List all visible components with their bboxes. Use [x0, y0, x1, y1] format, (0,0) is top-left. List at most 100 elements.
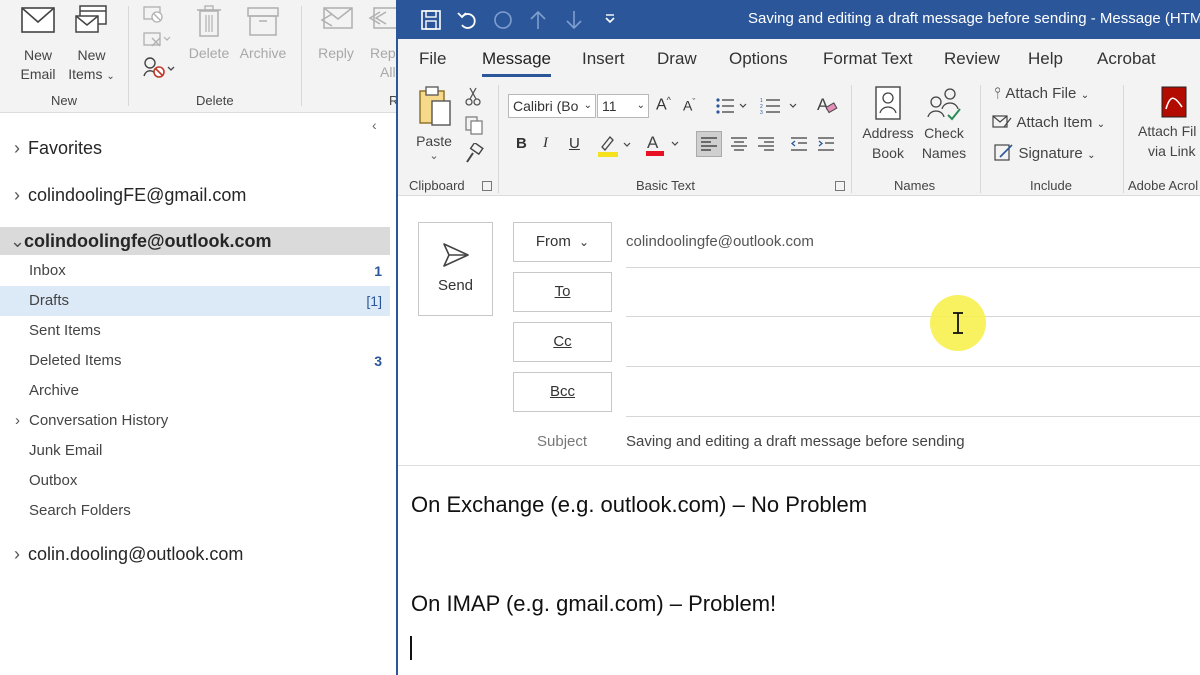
- format-painter-icon[interactable]: [464, 143, 484, 165]
- tab-draw[interactable]: Draw: [657, 49, 697, 69]
- chevron-right-icon: ›: [14, 185, 20, 205]
- folder-search-folders[interactable]: Search Folders: [0, 496, 390, 526]
- decrease-indent-icon[interactable]: [787, 132, 811, 156]
- clear-formatting-icon[interactable]: A: [816, 93, 838, 115]
- group-label-delete: Delete: [196, 93, 234, 108]
- bullets-icon[interactable]: [716, 97, 748, 115]
- archive-button[interactable]: Archive: [236, 4, 290, 63]
- align-left-button[interactable]: [696, 131, 722, 157]
- folder-drafts[interactable]: Drafts [1]: [0, 286, 390, 316]
- tab-file[interactable]: File: [419, 49, 446, 69]
- increase-indent-icon[interactable]: [814, 132, 838, 156]
- bold-button[interactable]: B: [516, 135, 527, 152]
- copy-icon[interactable]: [464, 115, 484, 135]
- reply-icon: [320, 7, 353, 29]
- address-book-icon: [875, 86, 901, 120]
- redo-icon[interactable]: [492, 9, 514, 31]
- tab-options[interactable]: Options: [729, 49, 788, 69]
- account-outlook[interactable]: ⌄colindoolingfe@outlook.com: [0, 227, 390, 255]
- check-names-button[interactable]: Check Names: [918, 85, 970, 163]
- paste-button[interactable]: Paste ⌄: [412, 85, 456, 162]
- grow-font-icon[interactable]: A^: [656, 95, 671, 114]
- chevron-right-icon: ›: [15, 412, 20, 429]
- signature-button[interactable]: Signature ⌄: [994, 143, 1096, 163]
- underline-button[interactable]: U: [569, 135, 580, 152]
- folder-outbox[interactable]: Outbox: [0, 466, 390, 496]
- account-gmail[interactable]: › colindoolingFE@gmail.com: [14, 185, 246, 206]
- tab-message[interactable]: Message: [482, 49, 551, 77]
- subject-field[interactable]: Saving and editing a draft message befor…: [626, 433, 965, 450]
- favorites-group[interactable]: › Favorites: [14, 138, 102, 159]
- tab-format-text[interactable]: Format Text: [823, 49, 912, 69]
- save-icon[interactable]: [420, 9, 442, 31]
- chevron-right-icon: ›: [14, 138, 20, 158]
- chevron-down-icon: ⌄: [106, 71, 115, 82]
- tab-review[interactable]: Review: [944, 49, 1000, 69]
- body-line-exchange[interactable]: On Exchange (e.g. outlook.com) – No Prob…: [411, 492, 867, 518]
- title-bar: Saving and editing a draft message befor…: [398, 0, 1200, 39]
- folder-junk-email[interactable]: Junk Email: [0, 436, 390, 466]
- svg-text:A: A: [647, 133, 659, 152]
- delete-button[interactable]: Delete: [186, 4, 232, 63]
- align-right-icon[interactable]: [754, 132, 778, 156]
- clean-up-icon[interactable]: [142, 29, 172, 49]
- send-button[interactable]: Send: [418, 222, 493, 316]
- align-center-icon[interactable]: [727, 132, 751, 156]
- folder-archive[interactable]: Archive: [0, 376, 390, 406]
- adobe-pdf-icon: [1161, 86, 1187, 118]
- tab-help[interactable]: Help: [1028, 49, 1063, 69]
- tab-acrobat[interactable]: Acrobat: [1097, 49, 1156, 69]
- customize-toolbar-icon[interactable]: [604, 13, 616, 25]
- folder-inbox[interactable]: Inbox 1: [0, 256, 390, 286]
- unread-count: 1: [374, 263, 382, 279]
- reply-all-button[interactable]: Rep All: [366, 4, 397, 82]
- arrow-down-icon[interactable]: [564, 9, 584, 31]
- shrink-font-icon[interactable]: Aˇ: [683, 97, 695, 114]
- dialog-launcher-icon[interactable]: [835, 181, 845, 191]
- new-items-button[interactable]: New Items ⌄: [64, 4, 119, 86]
- bcc-button[interactable]: Bcc: [513, 372, 612, 412]
- svg-text:A: A: [817, 95, 829, 114]
- attach-item-button[interactable]: Attach Item ⌄: [992, 114, 1105, 132]
- to-button[interactable]: To: [513, 272, 612, 312]
- account-colin-dooling[interactable]: › colin.dooling@outlook.com: [14, 544, 243, 565]
- from-button[interactable]: From ⌄: [513, 222, 612, 262]
- cc-button[interactable]: Cc: [513, 322, 612, 362]
- numbering-icon[interactable]: 1 2 3: [760, 97, 800, 115]
- font-name-select[interactable]: Calibri (Bo ⌄: [508, 94, 596, 118]
- chevron-down-icon: ⌄: [429, 150, 439, 162]
- font-size-select[interactable]: 11 ⌄: [597, 94, 649, 118]
- tab-insert[interactable]: Insert: [582, 49, 625, 69]
- body-line-imap[interactable]: On IMAP (e.g. gmail.com) – Problem!: [411, 591, 776, 617]
- highlight-color-icon[interactable]: [596, 132, 638, 158]
- group-label-include: Include: [1030, 178, 1072, 193]
- folder-sent-items[interactable]: Sent Items: [0, 316, 390, 346]
- undo-icon[interactable]: [456, 9, 478, 31]
- chevron-right-icon: ›: [14, 544, 20, 564]
- font-color-icon[interactable]: A: [644, 131, 686, 157]
- divider: [1123, 85, 1124, 193]
- attach-via-link-button[interactable]: Attach Fil via Link: [1138, 85, 1200, 161]
- bcc-field[interactable]: [626, 416, 1200, 417]
- ignore-icon[interactable]: [142, 4, 164, 24]
- main-ribbon: New Email New Items ⌄ New Delete Archive…: [0, 0, 397, 113]
- to-field[interactable]: [626, 316, 1200, 317]
- from-value: colindoolingfe@outlook.com: [626, 233, 814, 250]
- attach-item-icon: [992, 115, 1012, 128]
- folder-deleted-items[interactable]: Deleted Items 3: [0, 346, 390, 376]
- collapse-pane-icon[interactable]: ‹: [372, 117, 377, 133]
- folder-conversation-history[interactable]: › Conversation History: [0, 406, 390, 436]
- group-label-basic-text: Basic Text: [636, 178, 696, 193]
- chevron-down-icon: ⌄: [636, 100, 645, 111]
- divider: [851, 85, 852, 193]
- arrow-up-icon[interactable]: [528, 9, 548, 31]
- reply-button[interactable]: Reply: [313, 4, 359, 63]
- cut-scissors-icon[interactable]: [464, 87, 482, 107]
- junk-icon[interactable]: [142, 55, 178, 79]
- address-book-button[interactable]: Address Book: [858, 85, 918, 163]
- new-email-button[interactable]: New Email: [12, 4, 64, 84]
- italic-button[interactable]: I: [543, 135, 548, 152]
- cc-field[interactable]: [626, 366, 1200, 367]
- attach-file-button[interactable]: ⫯ Attach File ⌄: [994, 85, 1089, 103]
- dialog-launcher-icon[interactable]: [482, 181, 492, 191]
